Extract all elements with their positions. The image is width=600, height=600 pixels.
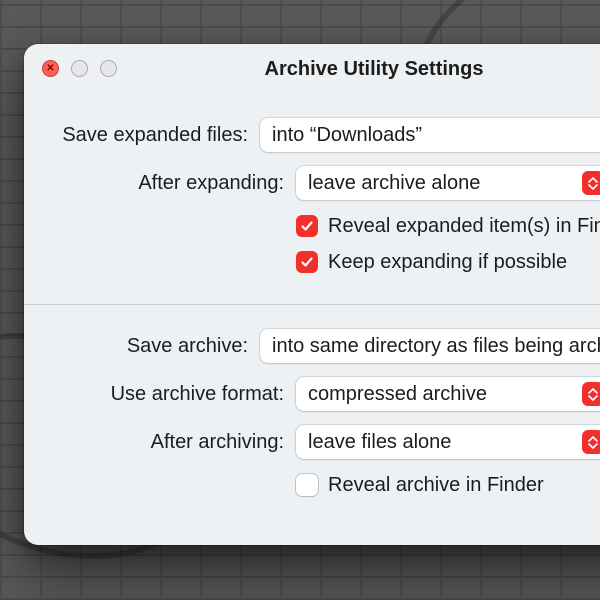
save-archive-value: into same directory as files being archi…	[272, 335, 600, 358]
after-archiving-label: After archiving:	[24, 431, 296, 454]
zoom-button[interactable]	[100, 60, 117, 77]
save-expanded-value: into “Downloads”	[272, 124, 422, 147]
titlebar: Archive Utility Settings	[24, 44, 600, 94]
keep-expanding-row: Keep expanding if possible	[296, 246, 600, 278]
archive-format-label: Use archive format:	[24, 383, 296, 406]
after-expanding-row: After expanding: leave archive alone	[24, 162, 600, 204]
settings-window: Archive Utility Settings Save expanded f…	[24, 44, 600, 545]
after-expanding-value: leave archive alone	[308, 172, 480, 195]
save-expanded-popup[interactable]: into “Downloads”	[260, 118, 600, 152]
after-archiving-value: leave files alone	[308, 431, 451, 454]
reveal-expanded-label: Reveal expanded item(s) in Finder	[328, 215, 600, 238]
archive-format-row: Use archive format: compressed archive	[24, 373, 600, 415]
save-archive-label: Save archive:	[24, 335, 260, 358]
close-button[interactable]	[42, 60, 59, 77]
after-expanding-popup[interactable]: leave archive alone	[296, 166, 600, 200]
save-expanded-label: Save expanded files:	[24, 124, 260, 147]
updown-icon	[582, 430, 600, 454]
updown-icon	[582, 171, 600, 195]
reveal-archive-checkbox[interactable]	[296, 474, 318, 496]
reveal-archive-label: Reveal archive in Finder	[328, 474, 544, 497]
minimize-button[interactable]	[71, 60, 88, 77]
archive-format-popup[interactable]: compressed archive	[296, 377, 600, 411]
expanding-section: Save expanded files: into “Downloads” Af…	[24, 94, 600, 300]
archiving-section: Save archive: into same directory as fil…	[24, 305, 600, 523]
window-title: Archive Utility Settings	[265, 58, 484, 81]
keep-expanding-checkbox[interactable]	[296, 251, 318, 273]
archive-format-value: compressed archive	[308, 383, 487, 406]
save-expanded-row: Save expanded files: into “Downloads”	[24, 114, 600, 156]
updown-icon	[582, 382, 600, 406]
reveal-expanded-checkbox[interactable]	[296, 215, 318, 237]
save-archive-row: Save archive: into same directory as fil…	[24, 325, 600, 367]
after-expanding-label: After expanding:	[24, 172, 296, 195]
after-archiving-popup[interactable]: leave files alone	[296, 425, 600, 459]
reveal-expanded-row: Reveal expanded item(s) in Finder	[296, 210, 600, 242]
keep-expanding-label: Keep expanding if possible	[328, 251, 567, 274]
save-archive-popup[interactable]: into same directory as files being archi…	[260, 329, 600, 363]
after-archiving-row: After archiving: leave files alone	[24, 421, 600, 463]
window-controls	[42, 60, 117, 77]
reveal-archive-row: Reveal archive in Finder	[296, 469, 600, 501]
